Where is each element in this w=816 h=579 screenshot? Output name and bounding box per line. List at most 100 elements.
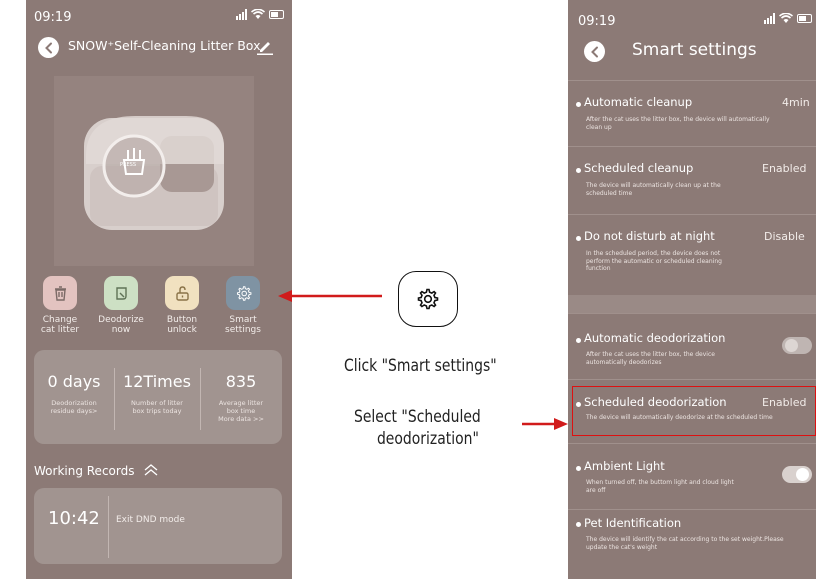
stat-value: 835 xyxy=(225,372,257,391)
edit-icon[interactable] xyxy=(257,39,273,55)
working-records-title: Working Records xyxy=(34,464,135,478)
gear-icon xyxy=(417,288,439,310)
stat-divider xyxy=(114,368,115,430)
record-card: 10:42 Exit DND mode xyxy=(34,488,282,564)
back-button[interactable] xyxy=(38,37,59,58)
setting-title: Do not disturb at night xyxy=(584,229,715,243)
setting-description: The device will automatically clean up a… xyxy=(586,182,721,197)
click-caption: Click "Smart settings" xyxy=(344,356,497,376)
smart-settings-button[interactable]: Smart settings xyxy=(213,276,273,335)
action-label-line2: now xyxy=(111,325,131,335)
signal-icon xyxy=(764,13,775,24)
stat-label: box time xyxy=(226,407,256,415)
smart-settings-tile xyxy=(226,276,260,310)
setting-title: Ambient Light xyxy=(584,459,665,473)
setting-title: Scheduled cleanup xyxy=(584,161,694,175)
stat-deodorization[interactable]: 0 days Deodorization residue days> xyxy=(40,372,108,415)
action-label-line1: Deodorize xyxy=(98,315,144,325)
bullet xyxy=(576,102,581,107)
stat-value: 12Times xyxy=(123,372,191,391)
setting-value: Disable xyxy=(764,230,805,243)
stat-value: 0 days xyxy=(47,372,101,391)
stat-label: Number of litter xyxy=(131,399,183,407)
stat-divider xyxy=(200,368,201,430)
stat-trips[interactable]: 12Times Number of litter box trips today xyxy=(118,372,196,415)
chevron-left-icon xyxy=(590,46,598,57)
stat-label: Average litter xyxy=(218,399,264,407)
device-home-screen: 09:19 SNOW⁺Self-Cleaning Litter Box PRES… xyxy=(26,0,292,579)
action-label-line1: Smart xyxy=(229,315,257,325)
setting-title: Automatic cleanup xyxy=(584,95,693,109)
stat-average-time[interactable]: 835 Average litter box time More data >> xyxy=(204,372,278,423)
device-title: SNOW⁺Self-Cleaning Litter Box xyxy=(68,38,261,53)
gear-icon xyxy=(236,285,251,301)
smart-settings-screen: 09:19 Smart settings Automatic cleanup A… xyxy=(568,0,816,579)
litter-box-image[interactable] xyxy=(76,108,232,236)
section-divider xyxy=(568,295,816,313)
status-time: 09:19 xyxy=(34,10,72,25)
record-event: Exit DND mode xyxy=(116,515,185,525)
wifi-icon xyxy=(251,9,265,19)
deodorize-tile xyxy=(104,276,138,310)
chevron-up-icon[interactable] xyxy=(143,463,159,477)
bullet xyxy=(576,466,581,471)
page-title: Smart settings xyxy=(632,40,757,60)
smart-settings-callout xyxy=(398,271,458,327)
ambient-light-toggle[interactable] xyxy=(782,466,812,483)
setting-description: When turned off, the buttom light and cl… xyxy=(586,479,734,494)
unlock-tile xyxy=(165,276,199,310)
pointer-arrow xyxy=(278,290,382,302)
setting-description: After the cat uses the litter box, the d… xyxy=(586,116,770,131)
toggle-knob xyxy=(785,339,798,352)
setting-description: The device will identify the cat accordi… xyxy=(586,536,784,551)
change-litter-tile xyxy=(43,276,77,310)
action-label-line2: cat litter xyxy=(40,325,80,335)
action-label-line2: settings xyxy=(225,325,261,335)
press-label: PRESS xyxy=(120,162,136,168)
setting-title: Pet Identification xyxy=(584,516,682,530)
action-label-line2: unlock xyxy=(167,325,197,335)
more-data-link[interactable]: More data >> xyxy=(204,415,278,423)
select-caption-line1: Select "Scheduled xyxy=(354,407,481,427)
action-label-line1: Change xyxy=(42,315,78,325)
status-time: 09:19 xyxy=(578,14,616,29)
record-time: 10:42 xyxy=(48,508,100,529)
automatic-deodorization-toggle[interactable] xyxy=(782,337,812,354)
button-unlock-button[interactable]: Button unlock xyxy=(152,276,212,335)
action-label-line1: Button xyxy=(166,315,198,325)
select-caption-line2: deodorization" xyxy=(376,429,479,449)
setting-automatic-cleanup[interactable]: Automatic cleanup After the cat uses the… xyxy=(568,80,816,146)
stat-label: residue days> xyxy=(50,407,98,415)
setting-automatic-deodorization[interactable]: Automatic deodorization After the cat us… xyxy=(568,313,816,379)
unlock-icon xyxy=(175,285,189,301)
setting-scheduled-cleanup[interactable]: Scheduled cleanup The device will automa… xyxy=(568,146,816,214)
stats-card: 0 days Deodorization residue days> 12Tim… xyxy=(34,350,282,444)
deodorize-icon xyxy=(115,286,127,300)
battery-icon xyxy=(797,14,812,23)
setting-ambient-light[interactable]: Ambient Light When turned off, the butto… xyxy=(568,443,816,509)
setting-value: 4min xyxy=(782,96,810,109)
setting-title: Automatic deodorization xyxy=(584,331,726,345)
bullet xyxy=(576,522,581,527)
setting-do-not-disturb[interactable]: Do not disturb at night In the scheduled… xyxy=(568,214,816,295)
deodorize-now-button[interactable]: Deodorize now xyxy=(91,276,151,335)
record-divider xyxy=(108,496,109,558)
stat-label: Deodorization xyxy=(51,399,97,407)
stat-label: box trips today xyxy=(132,407,182,415)
bullet xyxy=(576,168,581,173)
status-icons xyxy=(236,9,284,20)
change-cat-litter-button[interactable]: Change cat litter xyxy=(30,276,90,335)
toggle-knob xyxy=(796,468,809,481)
wifi-icon xyxy=(779,13,793,23)
setting-value: Enabled xyxy=(762,162,807,175)
back-button[interactable] xyxy=(584,41,605,62)
scheduled-deodorization-highlight xyxy=(572,386,816,436)
bullet xyxy=(576,338,581,343)
status-icons xyxy=(764,13,812,24)
pointer-arrow xyxy=(522,418,568,430)
setting-description: In the scheduled period, the device does… xyxy=(586,250,722,272)
setting-pet-identification[interactable]: Pet Identification The device will ident… xyxy=(568,509,816,579)
chevron-left-icon xyxy=(44,42,52,53)
signal-icon xyxy=(236,9,247,20)
setting-description: After the cat uses the litter box, the d… xyxy=(586,351,715,366)
